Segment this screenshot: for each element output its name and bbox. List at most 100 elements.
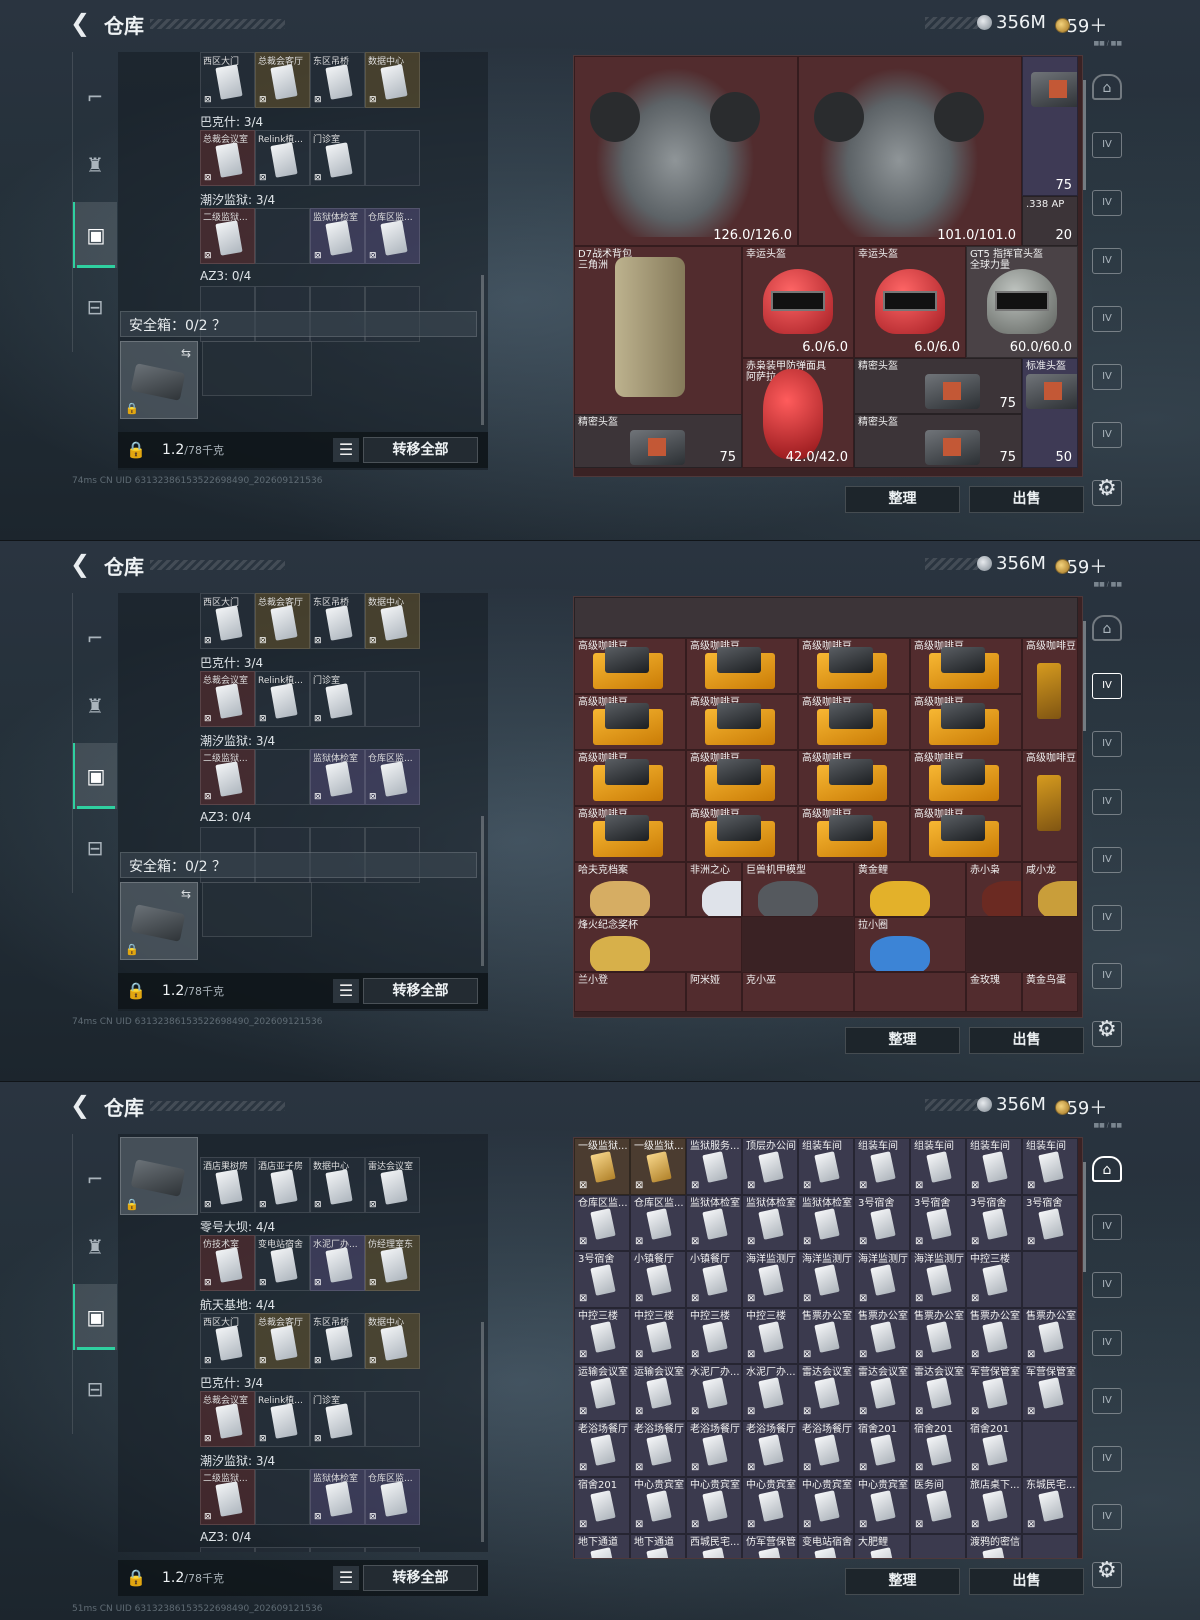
item-slot[interactable]: 3号宿舍 ⊠ [966,1194,1022,1251]
item-slot[interactable]: 旅店桌下... ⊠ [966,1477,1022,1534]
item-slot[interactable]: 高级咖啡豆 [910,694,1022,750]
key-slot[interactable]: 雷达会议室 ⊠ [365,1157,420,1213]
storage-box-icon[interactable]: IV [1092,190,1122,216]
item-slot[interactable]: 组装车间 ⊠ [854,1138,910,1195]
item-slot[interactable]: 水泥厂办... ⊠ [742,1364,798,1421]
weapon-tab-icon[interactable]: ⌐ [73,605,117,671]
item-slot[interactable]: 海洋监测厅 ⊠ [798,1251,854,1308]
item-slot[interactable]: 高级咖啡豆 [798,694,910,750]
weapon-tab-icon[interactable]: ⌐ [73,64,117,130]
gear-icon[interactable]: ⚙ [1097,476,1117,501]
safe-box-slot[interactable]: ⇆ 🔒 [120,882,198,960]
item-slot[interactable]: 运输会议室 ⊠ [630,1364,686,1421]
key-slot[interactable]: 仿技术室 ⊠ [200,1235,255,1291]
storage-box-icon[interactable]: IV [1092,847,1122,873]
sort-button[interactable]: 整理 [845,1568,960,1595]
item-slot[interactable]: 监狱体检室 ⊠ [798,1194,854,1251]
item-slot[interactable]: 海洋监测厅 ⊠ [854,1251,910,1308]
item-slot[interactable]: 75 [1022,56,1078,196]
item-slot[interactable]: 标准头盔 50 [1022,358,1078,468]
key-slot[interactable]: 酒店果树房 ⊠ [200,1157,255,1213]
item-slot[interactable]: 顶层办公间 ⊠ [742,1138,798,1195]
item-slot[interactable]: 仓库区监... ⊠ [630,1194,686,1251]
storage-box-icon[interactable]: IV [1092,1388,1122,1414]
item-slot[interactable]: 精密头盔 75 [854,414,1022,468]
item-slot[interactable]: 老浴场餐厅 ⊠ [630,1420,686,1477]
key-slot[interactable] [200,1547,255,1552]
sell-button[interactable]: 出售 [969,1027,1084,1054]
key-slot[interactable]: 二级监狱... ⊠ [200,1469,255,1525]
safe-box-slot[interactable]: 🔒 [120,1137,198,1215]
item-slot[interactable]: 高级咖啡豆 [574,638,686,694]
left-scrollbar[interactable] [481,275,484,425]
transfer-all-button[interactable]: 转移全部 [363,978,478,1004]
key-slot[interactable]: 东区吊桥 ⊠ [310,1313,365,1369]
item-slot[interactable]: 组装车间 ⊠ [1022,1138,1078,1195]
item-slot[interactable]: 东城民宅... ⊠ [1022,1477,1078,1534]
item-slot[interactable]: 高级咖啡豆 [1022,638,1078,750]
key-slot[interactable]: 总裁会客厅 ⊠ [255,1313,310,1369]
item-slot[interactable]: 监狱服务... ⊠ [686,1138,742,1195]
item-slot[interactable]: 精密头盔 75 [854,358,1022,414]
toolbox-tab-icon[interactable]: ⊟ [73,1356,117,1422]
item-slot[interactable]: 高级咖啡豆 [910,806,1022,862]
list-view-button[interactable]: ☰ [333,979,359,1003]
item-slot[interactable]: 一级监狱... ⊠ [630,1138,686,1195]
item-slot[interactable]: 赤枭装甲防弹面具 阿萨拉 42.0/42.0 [742,358,854,468]
key-slot[interactable]: 数据中心 ⊠ [365,593,420,649]
item-slot[interactable]: 中心贵宾室 ⊠ [854,1477,910,1534]
sort-button[interactable]: 整理 [845,1027,960,1054]
lock-icon[interactable]: 🔒 [126,981,146,1000]
gear-icon[interactable]: ⚙ [1097,1558,1117,1583]
item-slot[interactable]: 仿军营保管⊠ [742,1533,798,1558]
item-slot[interactable]: 地下通道⊠ [574,1533,630,1558]
safe-box-empty-slot[interactable] [202,882,312,937]
transfer-all-button[interactable]: 转移全部 [363,437,478,463]
item-slot[interactable]: 金玫瑰 [966,972,1022,1012]
key-slot[interactable]: 总裁会议室 ⊠ [200,671,255,727]
item-slot[interactable]: 一级监狱... ⊠ [574,1138,630,1195]
item-slot[interactable]: 售票办公室 ⊠ [1022,1307,1078,1364]
storage-box-icon[interactable]: IV [1092,422,1122,448]
item-slot[interactable]: 中控三楼 ⊠ [686,1307,742,1364]
item-slot[interactable]: 宿舍201 ⊠ [854,1420,910,1477]
item-slot[interactable]: 老浴场餐厅 ⊠ [574,1420,630,1477]
key-slot[interactable]: 总裁会议室 ⊠ [200,1391,255,1447]
item-slot[interactable]: 中控三楼 ⊠ [966,1251,1022,1308]
key-slot[interactable]: 监狱体检室 ⊠ [310,749,365,805]
back-arrow-icon[interactable]: ❮ [70,551,94,577]
key-slot[interactable]: Relink植... ⊠ [255,671,310,727]
item-slot[interactable]: 高级咖啡豆 [798,638,910,694]
item-slot[interactable]: 老浴场餐厅 ⊠ [686,1420,742,1477]
key-slot[interactable] [310,1547,365,1552]
storage-box-icon[interactable]: IV [1092,248,1122,274]
item-slot[interactable]: 幸运头盔 6.0/6.0 [742,246,854,358]
item-slot[interactable]: 售票办公室 ⊠ [966,1307,1022,1364]
item-slot[interactable]: 3号宿舍 ⊠ [574,1251,630,1308]
storage-main-icon[interactable]: ⌂ [1092,74,1122,100]
item-slot[interactable]: 中心贵宾室 ⊠ [630,1477,686,1534]
key-slot[interactable]: 东区吊桥 ⊠ [310,593,365,649]
item-slot[interactable]: 售票办公室 ⊠ [854,1307,910,1364]
key-slot[interactable]: 东区吊桥 ⊠ [310,52,365,108]
list-view-button[interactable]: ☰ [333,438,359,462]
backpack-tab-icon[interactable]: ▣ [73,202,117,268]
item-slot[interactable]: 精密头盔 75 [574,414,742,468]
item-slot[interactable]: 126.0/126.0 [574,56,798,246]
key-slot[interactable]: 仓库区监... ⊠ [365,749,420,805]
item-slot[interactable]: 高级咖啡豆 [574,806,686,862]
gold-currency[interactable]: 659＋ [1055,553,1107,579]
item-slot[interactable]: 高级咖啡豆 [574,694,686,750]
item-slot[interactable]: 101.0/101.0 [798,56,1022,246]
item-slot[interactable]: 拉小圈 [854,917,966,972]
item-slot[interactable]: 组装车间 ⊠ [798,1138,854,1195]
item-slot[interactable]: 幸运头盔 6.0/6.0 [854,246,966,358]
item-slot[interactable]: 宿舍201 ⊠ [910,1420,966,1477]
key-slot[interactable]: 仓库区监... ⊠ [365,208,420,264]
item-slot[interactable]: 地下通道⊠ [630,1533,686,1558]
key-slot[interactable]: 数据中心 ⊠ [365,1313,420,1369]
item-slot[interactable] [854,972,966,1012]
storage-box-icon[interactable]: IV [1092,963,1122,989]
weapon-tab-icon[interactable]: ⌐ [73,1146,117,1212]
item-slot[interactable]: 中控三楼 ⊠ [742,1307,798,1364]
